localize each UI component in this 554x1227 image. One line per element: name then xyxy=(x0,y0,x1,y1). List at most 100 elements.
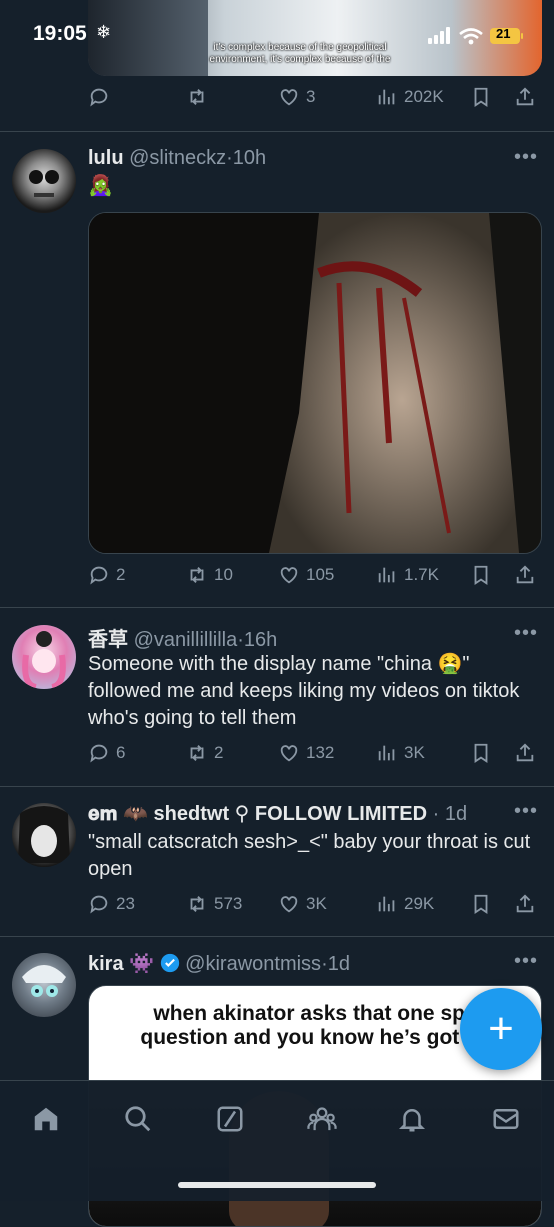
views-button[interactable]: 29K xyxy=(376,893,434,915)
like-button[interactable]: 3K xyxy=(278,893,327,915)
compose-button[interactable]: + xyxy=(460,988,542,1070)
like-count: 3 xyxy=(306,87,316,106)
avatar[interactable] xyxy=(12,953,76,1017)
reply-button[interactable]: 23 xyxy=(88,893,135,915)
notifications-tab[interactable] xyxy=(394,1101,430,1137)
reply-icon xyxy=(90,744,108,763)
status-indicators xyxy=(428,27,523,45)
view-count: 29K xyxy=(404,894,435,913)
post-image[interactable] xyxy=(88,212,542,554)
reply-button[interactable] xyxy=(88,86,110,108)
repost-count: 10 xyxy=(214,565,233,584)
caption-line-1: it's complex because of the geopolitical xyxy=(213,42,387,53)
bookmark-button[interactable] xyxy=(470,86,492,108)
repost-count: 573 xyxy=(214,894,243,913)
avatar-face xyxy=(29,170,59,197)
avatar-face xyxy=(22,965,66,997)
share-icon xyxy=(516,87,534,106)
share-icon xyxy=(516,565,534,584)
repost-button[interactable]: 10 xyxy=(186,564,233,586)
like-icon xyxy=(280,567,298,584)
grok-icon xyxy=(217,1106,243,1132)
share-button[interactable] xyxy=(514,742,536,764)
like-icon xyxy=(280,89,298,106)
views-icon xyxy=(378,567,395,583)
home-tab[interactable] xyxy=(28,1101,64,1137)
post-header: 香草 @vanillillilla·16h xyxy=(88,629,278,651)
avatar[interactable] xyxy=(12,625,76,689)
like-button[interactable]: 105 xyxy=(278,564,334,586)
bookmark-button[interactable] xyxy=(470,893,492,915)
views-button[interactable]: 1.7K xyxy=(376,564,439,586)
top-post-actions: 3 202K xyxy=(88,86,538,116)
like-button[interactable]: 132 xyxy=(278,742,334,764)
views-button[interactable]: 202K xyxy=(376,86,444,108)
display-name[interactable]: kira 👾 xyxy=(88,953,154,975)
communities-tab[interactable] xyxy=(304,1101,340,1137)
display-name[interactable]: 𝐞𝐦 🦇 shedtwt ⚲ FOLLOW LIMITED xyxy=(88,803,427,825)
signal-icon xyxy=(428,27,450,44)
reply-button[interactable]: 2 xyxy=(88,564,125,586)
share-button[interactable] xyxy=(514,893,536,915)
post-emoji: 🧟‍♀️ xyxy=(88,175,113,197)
views-icon xyxy=(378,89,395,105)
display-name[interactable]: 香草 xyxy=(88,629,128,651)
post-time: 16h xyxy=(243,629,278,651)
like-count: 132 xyxy=(306,743,335,762)
messages-icon xyxy=(493,1109,519,1129)
user-handle[interactable]: @vanillillilla xyxy=(134,629,238,651)
user-handle[interactable]: @kirawontmiss xyxy=(185,953,321,975)
avatar[interactable] xyxy=(12,803,76,867)
post-actions: 6 2 132 3K xyxy=(88,742,538,772)
like-icon xyxy=(280,896,298,913)
post-actions: 2 10 105 1.7K xyxy=(88,564,538,594)
repost-button[interactable] xyxy=(186,86,208,108)
reply-count: 6 xyxy=(116,743,126,762)
more-icon[interactable]: ••• xyxy=(514,622,538,645)
repost-icon xyxy=(190,567,204,583)
view-count: 202K xyxy=(404,87,444,106)
like-count: 105 xyxy=(306,565,335,584)
view-count: 3K xyxy=(404,743,425,762)
bookmark-icon xyxy=(474,565,488,585)
reply-icon xyxy=(90,566,108,585)
repost-button[interactable]: 2 xyxy=(186,742,223,764)
messages-tab[interactable] xyxy=(488,1101,524,1137)
post-header: 𝐞𝐦 🦇 shedtwt ⚲ FOLLOW LIMITED · 1d xyxy=(88,803,468,825)
home-icon xyxy=(34,1107,58,1131)
more-icon[interactable]: ••• xyxy=(514,146,538,169)
reply-icon xyxy=(90,895,108,914)
post-actions: 23 573 3K 29K xyxy=(88,893,538,923)
user-handle[interactable]: @slitneckz xyxy=(129,147,226,169)
reply-button[interactable]: 6 xyxy=(88,742,125,764)
more-icon[interactable]: ••• xyxy=(514,950,538,973)
repost-icon xyxy=(190,89,204,105)
grok-tab[interactable] xyxy=(212,1101,248,1137)
bookmark-icon xyxy=(474,894,488,914)
divider xyxy=(0,786,554,787)
post-time: 1d xyxy=(444,803,468,825)
post-time: 1d xyxy=(327,953,350,975)
reply-icon xyxy=(90,88,108,107)
share-button[interactable] xyxy=(514,86,536,108)
reply-count: 2 xyxy=(116,565,126,584)
image-content xyxy=(89,213,541,553)
like-button[interactable]: 3 xyxy=(278,86,315,108)
bookmark-button[interactable] xyxy=(470,564,492,586)
divider xyxy=(0,131,554,132)
bookmark-button[interactable] xyxy=(470,742,492,764)
wifi-icon xyxy=(459,28,483,40)
display-name[interactable]: lulu xyxy=(88,147,124,169)
repost-icon xyxy=(190,745,204,761)
reply-count: 23 xyxy=(116,894,135,913)
share-button[interactable] xyxy=(514,564,536,586)
search-icon xyxy=(125,1106,151,1132)
avatar[interactable] xyxy=(12,149,76,213)
search-tab[interactable] xyxy=(120,1101,156,1137)
more-icon[interactable]: ••• xyxy=(514,800,538,823)
bookmark-icon xyxy=(474,87,488,107)
video-caption: it's complex because of the geopolitical… xyxy=(150,42,450,66)
compose-plus-icon: + xyxy=(488,1004,514,1053)
views-button[interactable]: 3K xyxy=(376,742,425,764)
repost-button[interactable]: 573 xyxy=(186,893,242,915)
